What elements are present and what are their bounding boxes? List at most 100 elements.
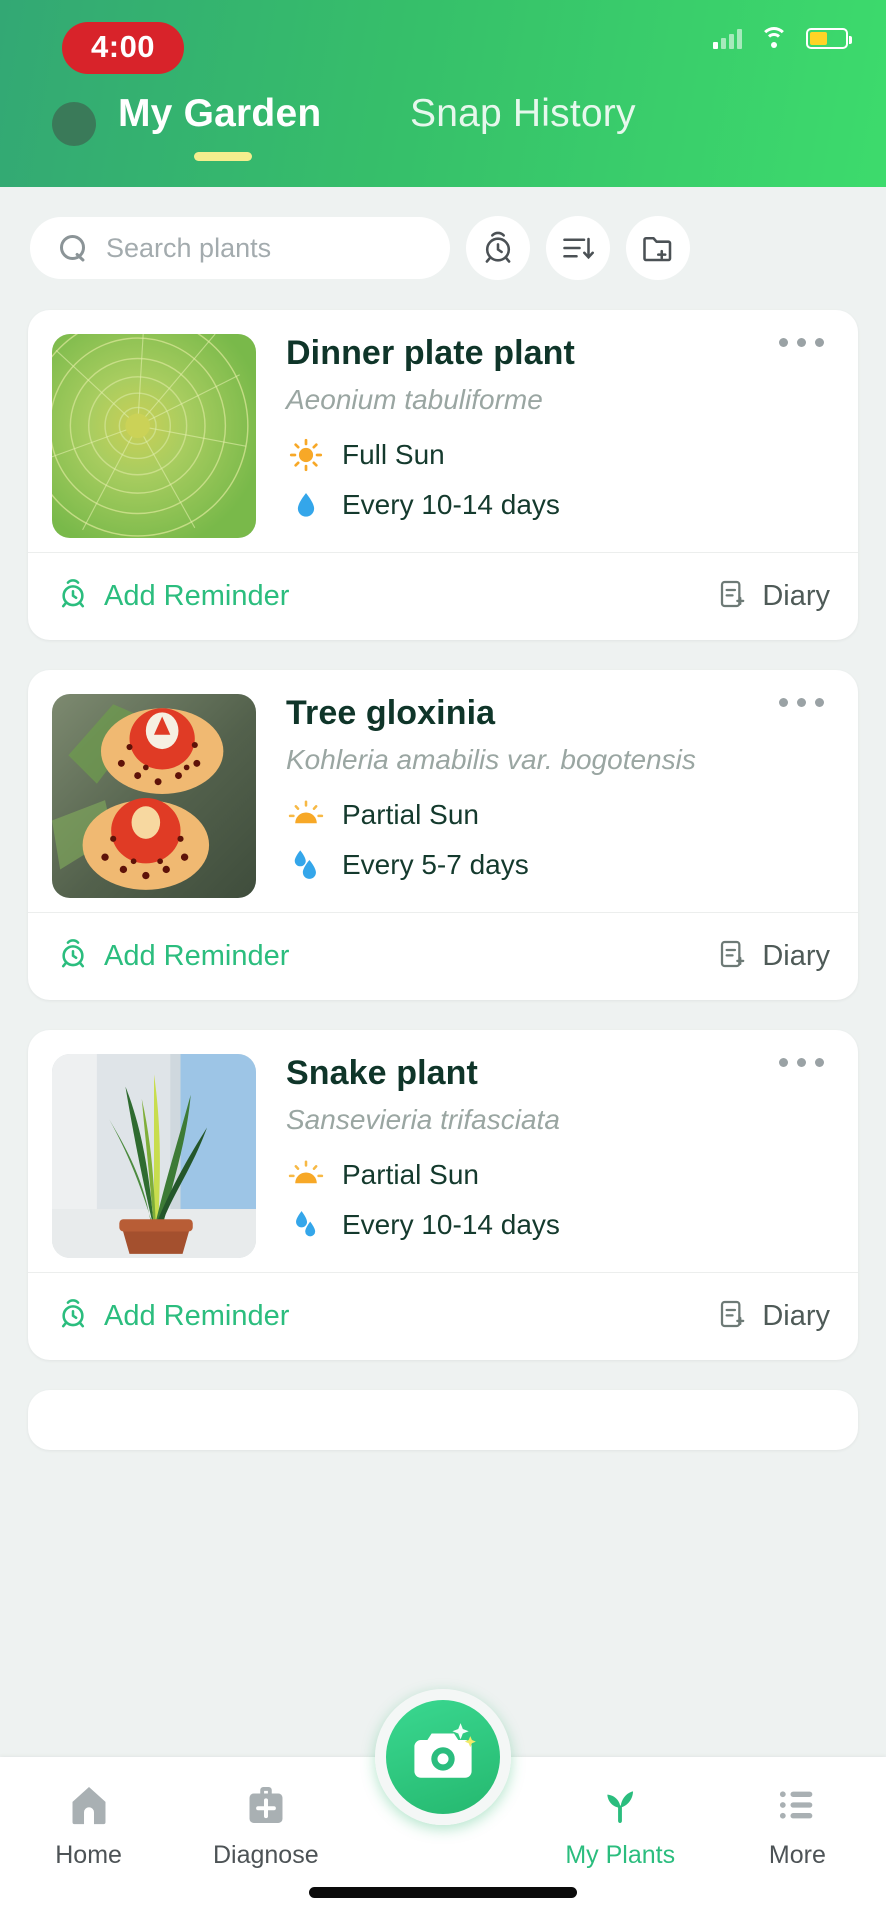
full-sun-icon xyxy=(286,437,326,473)
plant-name: Tree gloxinia xyxy=(286,694,496,732)
plant-list[interactable]: Dinner plate plant Aeonium tabuliforme F… xyxy=(0,300,886,1920)
sort-descending-icon xyxy=(560,230,596,266)
plant-water-label: Every 10-14 days xyxy=(342,488,560,520)
plant-name: Dinner plate plant xyxy=(286,334,575,372)
plant-water-label: Every 5-7 days xyxy=(342,848,529,880)
more-options-icon[interactable] xyxy=(767,1046,836,1079)
search-bar[interactable] xyxy=(30,217,450,279)
diary-button[interactable]: Diary xyxy=(716,578,830,615)
diary-label: Diary xyxy=(762,580,830,612)
plant-card-body: Dinner plate plant Aeonium tabuliforme F… xyxy=(28,310,858,552)
plant-card-actions: Add Reminder Diary xyxy=(28,1272,858,1360)
folder-plus-icon xyxy=(640,230,676,266)
home-icon xyxy=(66,1779,112,1831)
diary-label: Diary xyxy=(762,940,830,972)
plant-card[interactable]: Snake plant Sansevieria trifasciata Part… xyxy=(28,1030,858,1360)
plant-card-info: Tree gloxinia Kohleria amabilis var. bog… xyxy=(286,694,832,897)
nav-label-my-plants: My Plants xyxy=(565,1841,676,1869)
tab-snap-history[interactable]: Snap History xyxy=(410,92,636,136)
search-icon xyxy=(60,235,86,261)
plant-light-requirement: Full Sun xyxy=(286,437,832,473)
plant-card-body: Tree gloxinia Kohleria amabilis var. bog… xyxy=(28,670,858,912)
plant-light-requirement: Partial Sun xyxy=(286,1157,832,1193)
wifi-icon xyxy=(759,27,789,49)
plant-water-requirement: Every 10-14 days xyxy=(286,1207,832,1243)
nav-item-my-plants[interactable]: My Plants xyxy=(532,1779,709,1870)
diary-button[interactable]: Diary xyxy=(716,1298,830,1335)
app-header: 4:00 My Garden Snap History xyxy=(0,0,886,187)
water-drop-double-icon xyxy=(286,1207,326,1243)
tab-my-garden[interactable]: My Garden xyxy=(118,92,321,136)
partial-sun-icon xyxy=(286,797,326,833)
battery-icon xyxy=(806,27,852,49)
plant-card[interactable]: Dinner plate plant Aeonium tabuliforme F… xyxy=(28,310,858,640)
plant-thumbnail[interactable] xyxy=(52,1054,256,1258)
add-reminder-button[interactable]: Add Reminder xyxy=(56,1297,289,1336)
list-icon xyxy=(774,1779,820,1831)
plant-thumbnail[interactable] xyxy=(52,334,256,538)
add-reminder-button[interactable]: Add Reminder xyxy=(56,937,289,976)
cellular-signal-icon xyxy=(713,27,742,49)
plant-light-label: Partial Sun xyxy=(342,798,479,830)
alarm-clock-icon xyxy=(480,230,516,266)
alarm-clock-icon xyxy=(56,937,90,976)
water-drop-double-icon xyxy=(286,847,326,883)
note-plus-icon xyxy=(716,578,748,615)
new-folder-button[interactable] xyxy=(626,216,690,280)
alarm-clock-icon xyxy=(56,1297,90,1336)
status-bar: 4:00 xyxy=(0,0,886,86)
sprout-icon xyxy=(597,1779,643,1831)
plant-card[interactable] xyxy=(28,1390,858,1450)
add-reminder-label: Add Reminder xyxy=(104,580,290,612)
camera-capture-button[interactable] xyxy=(375,1689,511,1825)
diary-label: Diary xyxy=(762,1300,830,1332)
sort-button[interactable] xyxy=(546,216,610,280)
reminders-button[interactable] xyxy=(466,216,530,280)
plant-card[interactable]: Tree gloxinia Kohleria amabilis var. bog… xyxy=(28,670,858,1000)
status-bar-time: 4:00 xyxy=(62,22,185,74)
nav-item-more[interactable]: More xyxy=(709,1779,886,1870)
plant-latin-name: Aeonium tabuliforme xyxy=(286,384,543,416)
plant-light-requirement: Partial Sun xyxy=(286,797,832,833)
plant-card-body: Snake plant Sansevieria trifasciata Part… xyxy=(28,1030,858,1272)
medical-bag-icon xyxy=(243,1779,289,1831)
nav-label-diagnose: Diagnose xyxy=(212,1841,319,1869)
water-drop-single-icon xyxy=(286,487,326,523)
active-tab-indicator xyxy=(194,152,252,161)
nav-item-home[interactable]: Home xyxy=(0,1779,177,1870)
plant-latin-name: Sansevieria trifasciata xyxy=(286,1104,560,1136)
plant-water-requirement: Every 5-7 days xyxy=(286,847,832,883)
app-screen: 4:00 My Garden Snap History Search plant… xyxy=(0,0,886,1920)
alarm-clock-icon xyxy=(56,577,90,616)
add-reminder-label: Add Reminder xyxy=(104,940,290,972)
red-spotted-flower-photo xyxy=(52,694,256,898)
bottom-navigation: Home Diagnose My Plants More xyxy=(0,1689,886,1920)
plant-card-actions: Add Reminder Diary xyxy=(28,912,858,1000)
note-plus-icon xyxy=(716,1298,748,1335)
more-options-icon[interactable] xyxy=(767,326,836,359)
succulent-rosette-photo xyxy=(52,334,256,538)
nav-item-diagnose[interactable]: Diagnose xyxy=(177,1779,354,1870)
nav-label-home: Home xyxy=(55,1841,122,1869)
plant-water-label: Every 10-14 days xyxy=(342,1208,560,1240)
plant-card-info: Dinner plate plant Aeonium tabuliforme F… xyxy=(286,334,832,537)
home-indicator xyxy=(309,1887,577,1898)
plant-light-label: Partial Sun xyxy=(342,1158,479,1190)
plant-thumbnail[interactable] xyxy=(52,694,256,898)
add-reminder-button[interactable]: Add Reminder xyxy=(56,577,289,616)
plant-water-requirement: Every 10-14 days xyxy=(286,487,832,523)
diary-button[interactable]: Diary xyxy=(716,938,830,975)
header-tabs: My Garden Snap History xyxy=(0,86,886,187)
plant-card-info: Snake plant Sansevieria trifasciata Part… xyxy=(286,1054,832,1257)
partial-sun-icon xyxy=(286,1157,326,1193)
avatar[interactable] xyxy=(52,102,96,146)
more-options-icon[interactable] xyxy=(767,686,836,719)
camera-sparkle-icon xyxy=(404,1716,482,1799)
plant-name: Snake plant xyxy=(286,1054,478,1092)
nav-label-more: More xyxy=(768,1841,826,1869)
search-input[interactable] xyxy=(106,232,450,264)
plant-card-actions: Add Reminder Diary xyxy=(28,552,858,640)
status-bar-indicators xyxy=(713,27,852,49)
snake-plant-windowsill-photo xyxy=(52,1054,256,1258)
note-plus-icon xyxy=(716,938,748,975)
